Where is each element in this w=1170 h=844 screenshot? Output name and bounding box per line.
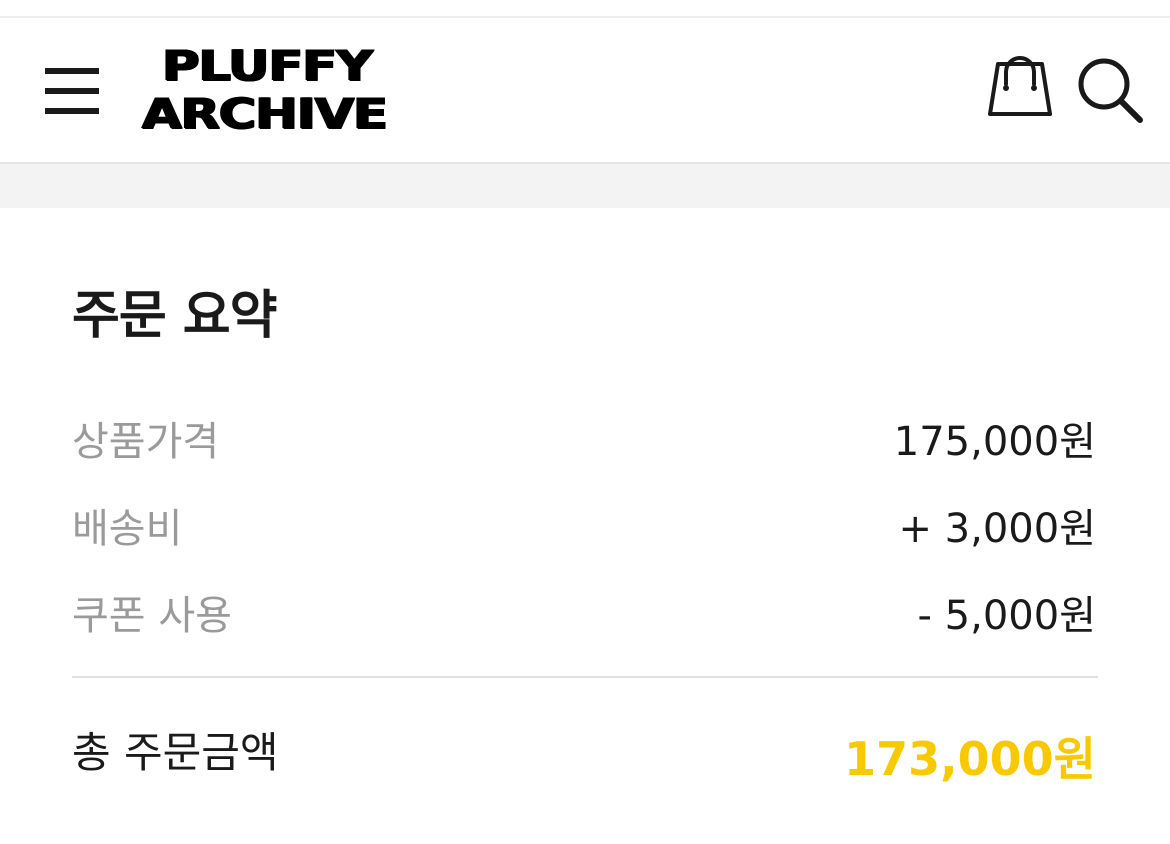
menu-bar-bottom bbox=[45, 108, 99, 114]
coupon-value: - 5,000원 bbox=[917, 593, 1096, 639]
product-price-value: 175,000원 bbox=[893, 419, 1096, 465]
menu-bar-top bbox=[45, 68, 99, 74]
summary-divider bbox=[72, 676, 1098, 678]
logo-line-2: ARCHIVE bbox=[142, 89, 388, 138]
app-header: PLUFFY ARCHIVE bbox=[0, 18, 1170, 164]
logo-line-1: PLUFFY bbox=[162, 41, 373, 90]
section-separator bbox=[0, 164, 1170, 208]
coupon-label: 쿠폰 사용 bbox=[72, 593, 232, 639]
status-strip bbox=[0, 0, 1170, 18]
search-icon-svg bbox=[1078, 58, 1143, 123]
shopping-bag-icon[interactable] bbox=[984, 54, 1056, 126]
shopping-bag-icon-svg bbox=[988, 56, 1052, 116]
product-price-label: 상품가격 bbox=[72, 419, 220, 465]
shipping-fee-label: 배송비 bbox=[72, 506, 183, 552]
brand-logo[interactable]: PLUFFY ARCHIVE bbox=[140, 38, 415, 142]
total-amount-value: 173,000원 bbox=[844, 732, 1096, 786]
hamburger-menu-icon[interactable] bbox=[40, 62, 104, 120]
search-icon[interactable] bbox=[1072, 54, 1148, 130]
order-summary-title: 주문 요약 bbox=[72, 286, 277, 346]
menu-bar-middle bbox=[45, 88, 99, 94]
shipping-fee-value: + 3,000원 bbox=[898, 506, 1096, 552]
total-amount-label: 총 주문금액 bbox=[72, 728, 279, 777]
